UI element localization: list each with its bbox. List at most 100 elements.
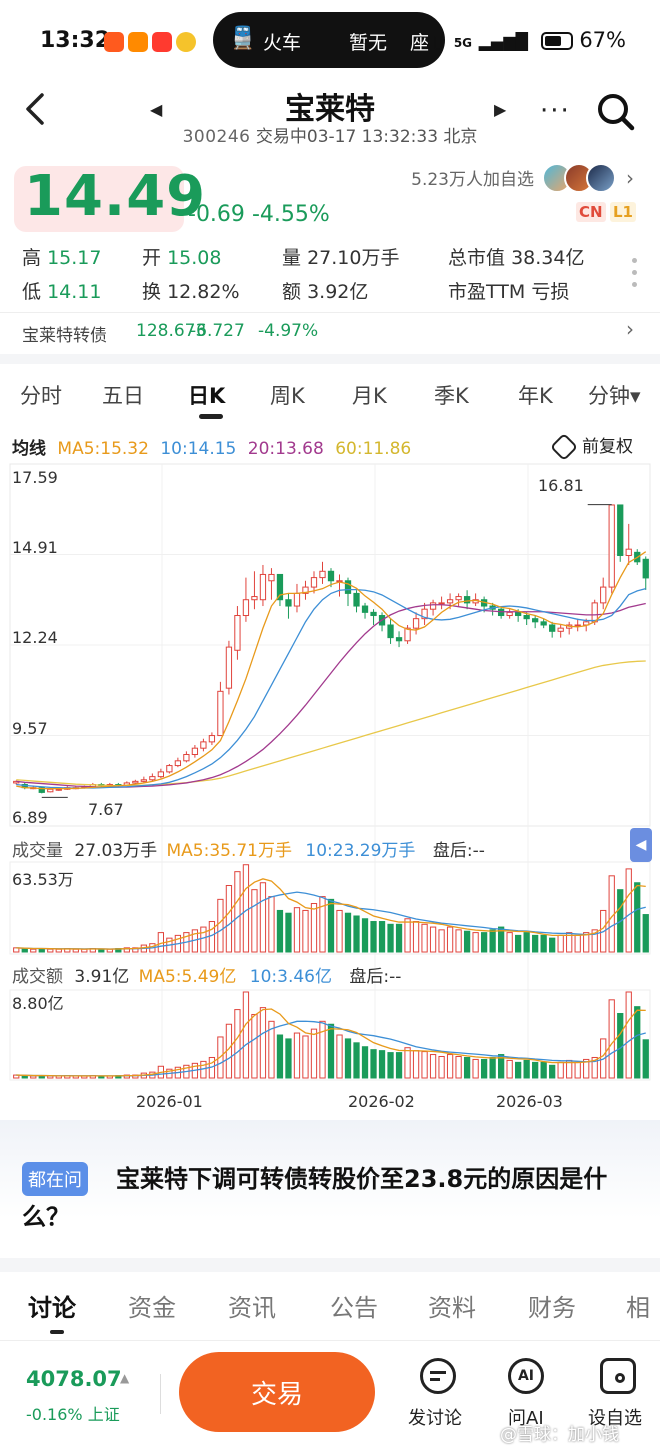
amount-bar xyxy=(293,1032,301,1079)
tab-content-3[interactable]: 公告 xyxy=(330,1288,378,1323)
volume-bar xyxy=(489,929,496,953)
volume-bar xyxy=(276,909,284,953)
candle-body xyxy=(55,788,62,791)
candle-body xyxy=(259,573,267,601)
expand-quote-button[interactable] xyxy=(632,258,638,294)
tab-content-1[interactable]: 资金 xyxy=(128,1288,176,1323)
candle-body xyxy=(387,624,394,639)
ma10-line xyxy=(16,588,646,789)
volume-bar xyxy=(234,871,241,953)
tab-content-2[interactable]: 资讯 xyxy=(228,1288,276,1323)
index-value[interactable]: 4078.07 xyxy=(26,1367,122,1391)
status-right: ▯ 5G ▂▄▆█ 67% xyxy=(433,28,626,52)
tab-kline-0[interactable]: 分时 xyxy=(20,380,62,410)
trade-button[interactable]: 交易 xyxy=(179,1352,375,1432)
candle-body xyxy=(395,637,403,642)
quote-volume: 量 27.10万手 xyxy=(282,247,400,269)
amount-bar xyxy=(319,1020,326,1079)
volume-bar xyxy=(370,921,377,953)
volume-bar xyxy=(634,882,641,953)
ma20-value: 20:13.68 xyxy=(247,439,324,459)
followers-count[interactable]: 5.23万人加自选 xyxy=(411,165,534,190)
candle-body xyxy=(251,596,258,601)
date-tick: 2026-03 xyxy=(496,1092,563,1111)
watermark: @雪球：加小钱 xyxy=(500,1425,619,1445)
amount-bar xyxy=(617,1013,624,1079)
shopping-icon xyxy=(152,32,172,52)
tab-kline-5[interactable]: 季K xyxy=(434,380,469,410)
ma5-value: MA5:15.32 xyxy=(57,439,149,459)
price-axis-tick: 12.24 xyxy=(12,628,58,647)
volume-bar xyxy=(515,934,522,953)
weibo-icon xyxy=(176,32,196,52)
candle-body xyxy=(574,624,581,627)
cn-badge[interactable]: CN xyxy=(576,202,606,222)
convertible-bond-row[interactable]: 宝莱特转债 128.673 -6.727 -4.97% › xyxy=(0,312,660,352)
price-change: -0.69 -4.55% xyxy=(188,202,330,227)
ma-label[interactable]: 均线 xyxy=(12,439,46,459)
settings-icon xyxy=(549,432,579,462)
bond-change: -6.727 xyxy=(190,321,245,341)
amount-bar xyxy=(506,1059,513,1079)
candle-body xyxy=(523,615,530,620)
volume-bar xyxy=(259,882,267,953)
tab-content-0[interactable]: 讨论 xyxy=(28,1288,76,1323)
tab-kline-6[interactable]: 年K xyxy=(518,380,553,410)
amount-bar xyxy=(625,991,632,1079)
tab-content-4[interactable]: 资料 xyxy=(428,1288,476,1323)
tab-kline-1[interactable]: 五日 xyxy=(102,380,144,410)
l1-badge[interactable]: L1 xyxy=(610,202,636,222)
volume-bar xyxy=(463,930,471,953)
tab-content-6[interactable]: 相 xyxy=(626,1288,650,1323)
avatar[interactable] xyxy=(586,163,616,193)
tab-kline-2[interactable]: 日K xyxy=(188,380,225,410)
candle-body xyxy=(293,592,301,607)
kline-chart[interactable] xyxy=(0,462,660,1122)
search-button[interactable] xyxy=(596,92,636,136)
candle-body xyxy=(268,573,275,582)
volume-bar xyxy=(217,898,224,953)
candle-body xyxy=(361,605,369,613)
volume-axis-max: 63.53万 xyxy=(12,870,74,889)
collapse-panel-button[interactable]: ◀ xyxy=(630,828,652,862)
island-label: 火车 xyxy=(263,32,302,54)
index-change[interactable]: -0.16% 上证 xyxy=(26,1401,120,1425)
high-marker-label: 16.81 xyxy=(538,476,584,495)
tab-kline-4[interactable]: 月K xyxy=(352,380,387,410)
stock-code: 300246 xyxy=(182,127,251,147)
amount-bar xyxy=(489,1056,496,1079)
live-activity-island[interactable]: 🚆 火车 暂无 座 xyxy=(213,12,445,68)
candle-body xyxy=(191,747,199,756)
chevron-right-icon[interactable]: › xyxy=(626,166,634,190)
question-text[interactable]: 宝莱特下调可转债转股价至23.8元的原因是什么？ xyxy=(22,1160,642,1236)
vibrate-icon: ▯ xyxy=(433,31,444,52)
amount-bar xyxy=(378,1050,386,1079)
candle-body xyxy=(47,788,54,793)
volume-bar xyxy=(404,918,411,953)
amount-bar xyxy=(310,1028,318,1079)
candle-body xyxy=(438,602,445,605)
volume-bar xyxy=(21,948,28,953)
amount-bar xyxy=(642,1039,649,1079)
tab-kline-3[interactable]: 周K xyxy=(270,380,305,410)
adjust-button[interactable]: 前复权 xyxy=(549,432,633,462)
candle-body xyxy=(617,504,624,556)
volume-bar xyxy=(310,903,318,953)
tab-content-5[interactable]: 财务 xyxy=(528,1288,576,1323)
amount-bar xyxy=(395,1052,403,1079)
candle-body xyxy=(540,621,547,626)
signal-icon: ▂▄▆█ xyxy=(478,32,528,51)
volume-bar xyxy=(30,948,37,953)
amount-bar xyxy=(523,1059,530,1079)
candle-body xyxy=(557,627,564,632)
candle-body xyxy=(515,611,522,617)
more-menu-button[interactable]: ··· xyxy=(540,96,571,126)
candle-body xyxy=(149,776,156,781)
post-discussion-button[interactable]: 发讨论 xyxy=(404,1352,470,1432)
volume-bar xyxy=(540,934,547,953)
next-stock-button[interactable]: ▶ xyxy=(494,100,506,119)
train-icon: 🚆 xyxy=(229,26,257,51)
tab-kline-7[interactable]: 分钟▾ xyxy=(588,380,641,410)
price-axis-max: 17.59 xyxy=(12,468,58,487)
island-status: 暂无 xyxy=(349,32,388,54)
